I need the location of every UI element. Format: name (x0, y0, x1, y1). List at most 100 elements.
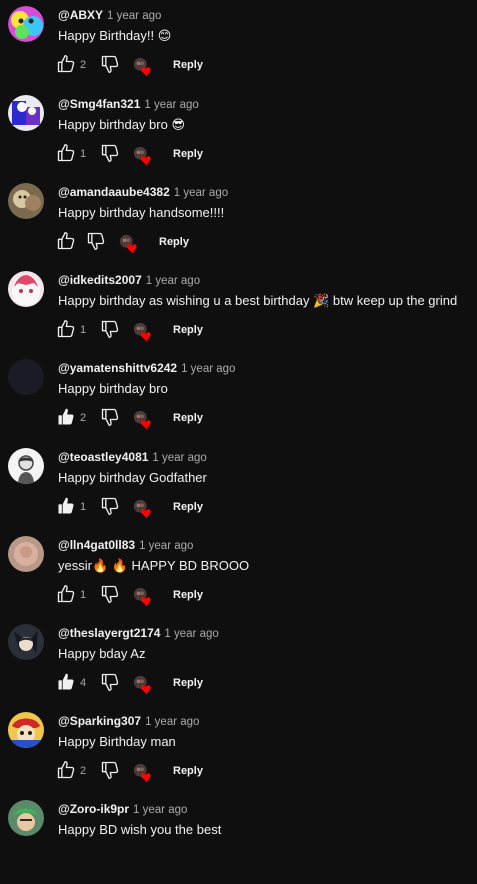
dislike-button[interactable] (100, 54, 122, 76)
comment-time[interactable]: 1 year ago (144, 99, 198, 111)
comment-header: @Sparking307 1 year ago (58, 714, 199, 728)
thumbs-up-icon (57, 55, 75, 73)
thumbs-up-icon (57, 144, 75, 162)
comment-text: Happy birthday handsome!!!! (58, 205, 225, 220)
comment-author[interactable]: @teoastley4081 (58, 450, 148, 464)
comment-time[interactable]: 1 year ago (139, 540, 193, 552)
dislike-button[interactable] (100, 584, 122, 606)
avatar[interactable] (8, 712, 44, 748)
creator-heart-badge (132, 762, 154, 784)
comment-time[interactable]: 1 year ago (133, 804, 187, 816)
comment-header: @yamatenshittv6242 1 year ago (58, 361, 235, 375)
creator-heart-icon (133, 57, 151, 77)
thumbs-up-icon (58, 408, 74, 425)
reply-button[interactable]: Reply (159, 236, 189, 248)
comment-item: @Smg4fan321 1 year ago Happy birthday bro… (0, 91, 477, 179)
comment-actions: 1 Reply (56, 496, 256, 520)
comment-author[interactable]: @ABXY (58, 8, 103, 22)
comment-author[interactable]: @Sparking307 (58, 714, 141, 728)
like-count: 2 (80, 59, 87, 71)
like-button[interactable] (56, 231, 78, 253)
comment-text: Happy birthday bro 😎 (58, 117, 186, 132)
comment-time[interactable]: 1 year ago (145, 716, 199, 728)
comment-author[interactable]: @Smg4fan321 (58, 97, 140, 111)
comment-time[interactable]: 1 year ago (146, 275, 200, 287)
like-button[interactable] (56, 319, 78, 341)
reply-button[interactable]: Reply (173, 324, 203, 336)
comment-header: @lln4gat0ll83 1 year ago (58, 538, 193, 552)
thumbs-down-icon (101, 320, 119, 338)
comment-author[interactable]: @yamatenshittv6242 (58, 361, 177, 375)
comment-item: @idkedits2007 1 year ago Happy birthday a… (0, 267, 477, 355)
comment-actions: 2 Reply (56, 407, 256, 431)
creator-heart-badge (132, 674, 154, 696)
comment-actions: 1 Reply (56, 584, 256, 608)
reply-button[interactable]: Reply (173, 677, 203, 689)
dislike-button[interactable] (100, 672, 122, 694)
comment-item: @Zoro-ik9pr 1 year ago Happy BD wish you … (0, 796, 477, 884)
thumbs-up-icon (58, 673, 74, 690)
creator-heart-badge (132, 586, 154, 608)
reply-button[interactable]: Reply (173, 765, 203, 777)
comment-item: @yamatenshittv6242 1 year ago Happy birth… (0, 355, 477, 443)
comment-author[interactable]: @Zoro-ik9pr (58, 802, 129, 816)
comment-text: Happy bday Az (58, 646, 146, 661)
comment-header: @teoastley4081 1 year ago (58, 450, 207, 464)
like-count: 1 (80, 324, 87, 336)
thumbs-down-icon (101, 144, 119, 162)
comment-item: @amandaaube4382 1 year ago Happy birthday… (0, 179, 477, 267)
dislike-button[interactable] (86, 231, 108, 253)
like-button[interactable] (56, 143, 78, 165)
avatar[interactable] (8, 271, 44, 307)
comment-item: @Sparking307 1 year ago Happy Birthday ma… (0, 708, 477, 796)
like-button[interactable] (56, 672, 78, 694)
creator-heart-badge (132, 498, 154, 520)
dislike-button[interactable] (100, 319, 122, 341)
avatar[interactable] (8, 800, 44, 836)
thumbs-down-icon (101, 673, 119, 691)
like-button[interactable] (56, 54, 78, 76)
reply-button[interactable]: Reply (173, 501, 203, 513)
creator-heart-badge (118, 233, 140, 255)
comment-item: @teoastley4081 1 year ago Happy birthday … (0, 444, 477, 532)
dislike-button[interactable] (100, 496, 122, 518)
comment-author[interactable]: @amandaaube4382 (58, 185, 170, 199)
avatar[interactable] (8, 6, 44, 42)
like-count: 2 (80, 765, 87, 777)
dislike-button[interactable] (100, 143, 122, 165)
avatar[interactable] (8, 183, 44, 219)
reply-button[interactable]: Reply (173, 148, 203, 160)
thumbs-up-icon (57, 232, 75, 250)
comment-author[interactable]: @lln4gat0ll83 (58, 538, 135, 552)
comment-time[interactable]: 1 year ago (164, 628, 218, 640)
avatar[interactable] (8, 536, 44, 572)
avatar[interactable] (8, 448, 44, 484)
dislike-button[interactable] (100, 407, 122, 429)
like-button[interactable] (56, 760, 78, 782)
like-button[interactable] (56, 496, 78, 518)
reply-button[interactable]: Reply (173, 589, 203, 601)
avatar[interactable] (8, 624, 44, 660)
reply-button[interactable]: Reply (173, 412, 203, 424)
thumbs-down-icon (101, 761, 119, 779)
dislike-button[interactable] (100, 760, 122, 782)
comment-time[interactable]: 1 year ago (152, 452, 206, 464)
thumbs-up-icon (57, 585, 75, 603)
like-count: 1 (80, 589, 87, 601)
creator-heart-icon (133, 146, 151, 166)
comment-time[interactable]: 1 year ago (174, 187, 228, 199)
comment-time[interactable]: 1 year ago (181, 363, 235, 375)
comment-text: Happy BD wish you the best (58, 822, 222, 837)
creator-heart-icon (133, 763, 151, 783)
comment-header: @idkedits2007 1 year ago (58, 273, 200, 287)
comment-author[interactable]: @idkedits2007 (58, 273, 142, 287)
like-button[interactable] (56, 407, 78, 429)
like-button[interactable] (56, 584, 78, 606)
avatar[interactable] (8, 95, 44, 131)
creator-heart-icon (133, 410, 151, 430)
avatar[interactable] (8, 359, 44, 395)
reply-button[interactable]: Reply (173, 59, 203, 71)
comment-author[interactable]: @theslayergt2174 (58, 626, 160, 640)
comment-actions: 1 Reply (56, 319, 256, 343)
comment-time[interactable]: 1 year ago (107, 10, 161, 22)
